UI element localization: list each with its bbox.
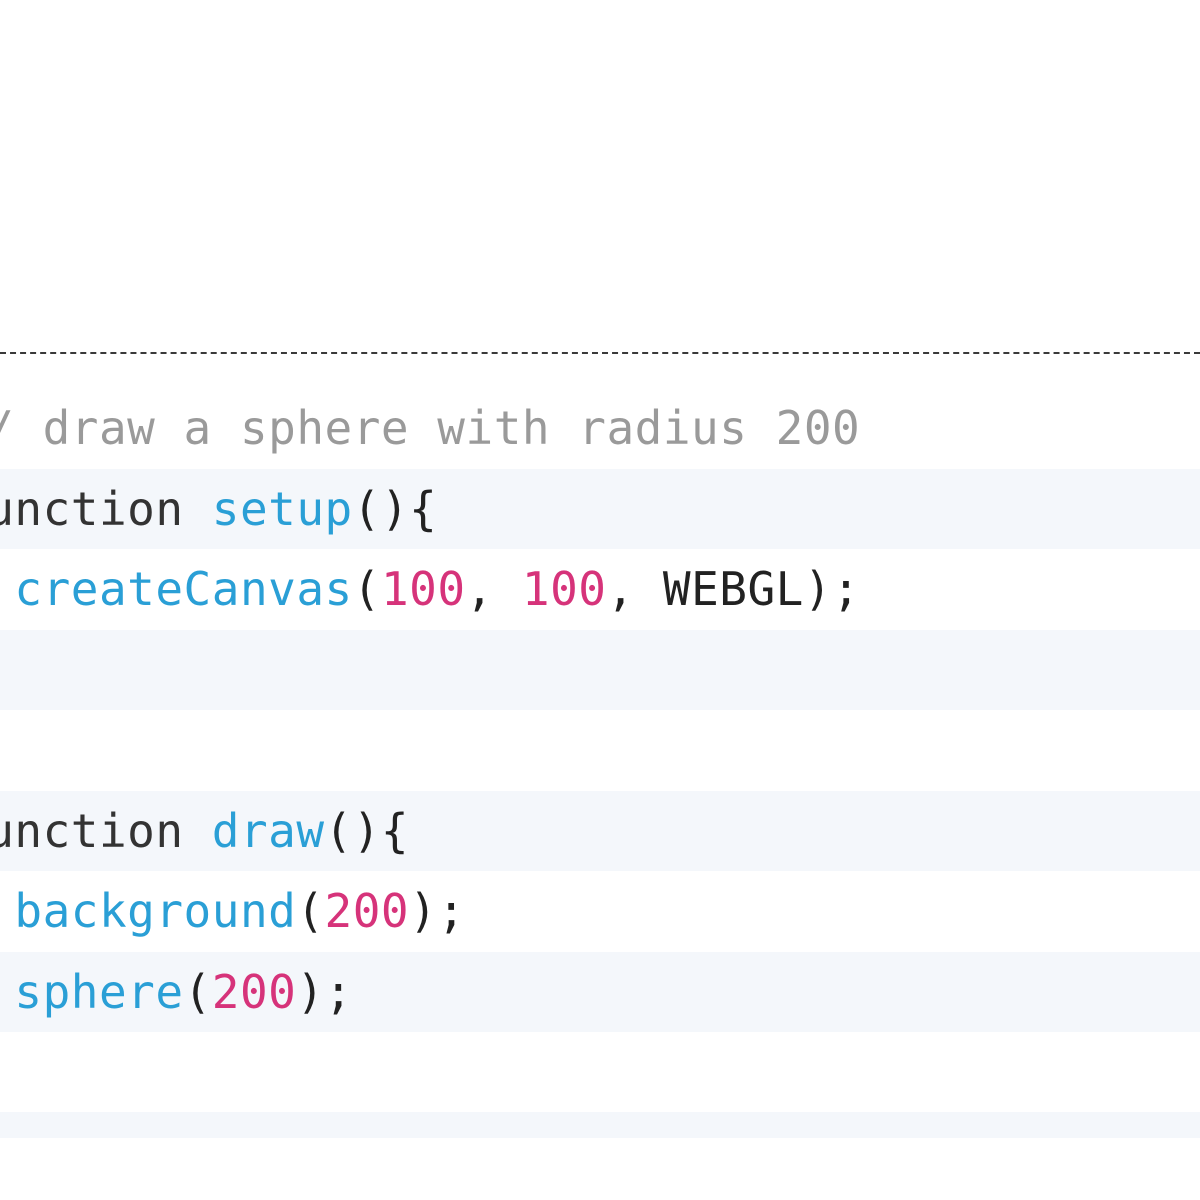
number-literal: 200: [324, 884, 410, 938]
call-createCanvas: createCanvas: [14, 562, 353, 616]
code-line-8: sphere(200);: [0, 951, 1200, 1032]
keyword-function: function: [0, 803, 184, 858]
number-literal: 200: [211, 964, 297, 1019]
punctuation: (: [183, 964, 212, 1019]
punctuation: ,: [606, 562, 663, 616]
code-line-2: function setup(){: [0, 468, 1200, 549]
code-line-6: function draw(){: [0, 790, 1200, 871]
punctuation: );: [409, 884, 466, 938]
code-line-9: }: [0, 1032, 1200, 1113]
code-comment: // draw a sphere with radius 200: [0, 401, 861, 455]
call-sphere: sphere: [14, 964, 184, 1019]
code-line-7: background(200);: [0, 871, 1200, 952]
call-background: background: [14, 884, 297, 938]
function-name-draw: draw: [211, 803, 325, 858]
punctuation: (: [296, 884, 325, 938]
punctuation: ,: [465, 562, 522, 616]
constant-webgl: WEBGL: [662, 562, 804, 616]
punctuation: );: [803, 562, 861, 616]
code-block-bottom-stripe: [0, 1112, 1200, 1138]
dashed-divider: [0, 352, 1200, 354]
code-line-4: }: [0, 629, 1200, 710]
punctuation: (){: [352, 481, 438, 536]
number-literal: 100: [521, 562, 607, 616]
code-editor[interactable]: // draw a sphere with radius 200 functio…: [0, 388, 1200, 1113]
page: // draw a sphere with radius 200 functio…: [0, 0, 1200, 1200]
punctuation: (: [352, 562, 381, 616]
punctuation: );: [296, 964, 353, 1019]
code-line-3: createCanvas(100, 100, WEBGL);: [0, 549, 1200, 630]
canvas-output-area: [0, 0, 1200, 340]
punctuation: (){: [324, 803, 410, 858]
number-literal: 100: [380, 562, 466, 616]
function-name-setup: setup: [211, 481, 353, 536]
code-line-1: // draw a sphere with radius 200: [0, 388, 1200, 469]
keyword-function: function: [0, 481, 184, 536]
